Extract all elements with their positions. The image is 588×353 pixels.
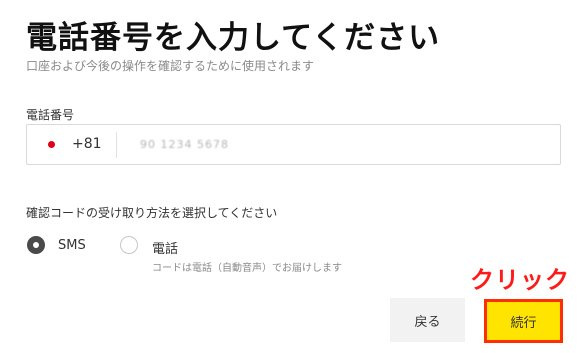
phone-call-hint: コードは電話（自動音声）でお届けします — [152, 263, 342, 274]
radio-phone-call[interactable] — [120, 236, 138, 254]
page-title: 電話番号を入力してください — [26, 20, 441, 56]
radio-phone-call-label[interactable]: 電話 — [152, 238, 178, 257]
back-button[interactable]: 戻る — [390, 298, 465, 342]
country-code[interactable]: +81 — [72, 136, 102, 152]
field-divider — [116, 132, 117, 158]
phone-number-label: 電話番号 — [26, 108, 75, 122]
radio-sms[interactable] — [27, 236, 45, 254]
phone-number-input[interactable]: 90 1234 5678 — [140, 138, 229, 151]
radio-sms-label[interactable]: SMS — [58, 238, 86, 253]
verification-method-label: 確認コードの受け取り方法を選択してください — [26, 206, 278, 220]
page-subtitle: 口座および今後の操作を確認するために使用されます — [26, 59, 315, 73]
phone-number-field[interactable]: +81 90 1234 5678 — [26, 124, 561, 165]
click-annotation: クリック — [470, 266, 570, 294]
continue-button[interactable]: 続行 — [484, 299, 563, 343]
japan-flag-icon[interactable] — [48, 141, 55, 148]
